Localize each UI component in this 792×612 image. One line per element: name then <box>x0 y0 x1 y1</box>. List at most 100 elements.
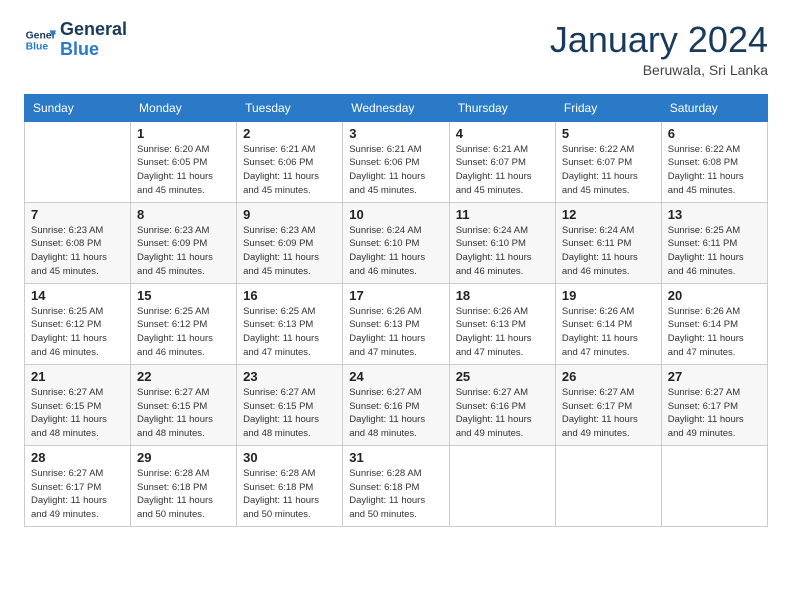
day-number: 18 <box>456 288 549 303</box>
day-info: Sunrise: 6:26 AM Sunset: 6:13 PM Dayligh… <box>456 305 549 360</box>
day-info: Sunrise: 6:22 AM Sunset: 6:07 PM Dayligh… <box>562 143 655 198</box>
calendar-day-cell: 12 Sunrise: 6:24 AM Sunset: 6:11 PM Dayli… <box>555 202 661 283</box>
calendar-day-cell: 26 Sunrise: 6:27 AM Sunset: 6:17 PM Dayli… <box>555 364 661 445</box>
day-info: Sunrise: 6:25 AM Sunset: 6:11 PM Dayligh… <box>668 224 761 279</box>
day-info: Sunrise: 6:24 AM Sunset: 6:10 PM Dayligh… <box>349 224 442 279</box>
calendar-week-row: 7 Sunrise: 6:23 AM Sunset: 6:08 PM Daylig… <box>25 202 768 283</box>
day-number: 9 <box>243 207 336 222</box>
day-info: Sunrise: 6:25 AM Sunset: 6:12 PM Dayligh… <box>31 305 124 360</box>
calendar-day-cell: 23 Sunrise: 6:27 AM Sunset: 6:15 PM Dayli… <box>237 364 343 445</box>
day-info: Sunrise: 6:23 AM Sunset: 6:09 PM Dayligh… <box>243 224 336 279</box>
calendar-day-cell: 22Sunrise: 6:27 AM Sunset: 6:15 PM Dayli… <box>131 364 237 445</box>
calendar-day-cell: 21 Sunrise: 6:27 AM Sunset: 6:15 PM Dayli… <box>25 364 131 445</box>
calendar-day-cell <box>449 445 555 526</box>
day-info: Sunrise: 6:27 AM Sunset: 6:15 PM Dayligh… <box>137 386 230 441</box>
subtitle: Beruwala, Sri Lanka <box>550 62 768 78</box>
calendar-day-cell: 1 Sunrise: 6:20 AM Sunset: 6:05 PM Daylig… <box>131 121 237 202</box>
calendar-day-cell: 6Sunrise: 6:22 AM Sunset: 6:08 PM Daylig… <box>661 121 767 202</box>
calendar-week-row: 28 Sunrise: 6:27 AM Sunset: 6:17 PM Dayli… <box>25 445 768 526</box>
day-number: 11 <box>456 207 549 222</box>
day-info: Sunrise: 6:24 AM Sunset: 6:11 PM Dayligh… <box>562 224 655 279</box>
day-info: Sunrise: 6:25 AM Sunset: 6:13 PM Dayligh… <box>243 305 336 360</box>
calendar-day-cell: 9 Sunrise: 6:23 AM Sunset: 6:09 PM Daylig… <box>237 202 343 283</box>
calendar-day-cell: 19 Sunrise: 6:26 AM Sunset: 6:14 PM Dayli… <box>555 283 661 364</box>
day-info: Sunrise: 6:26 AM Sunset: 6:14 PM Dayligh… <box>562 305 655 360</box>
calendar-day-cell: 18 Sunrise: 6:26 AM Sunset: 6:13 PM Dayli… <box>449 283 555 364</box>
calendar-day-cell: 25 Sunrise: 6:27 AM Sunset: 6:16 PM Dayli… <box>449 364 555 445</box>
day-number: 16 <box>243 288 336 303</box>
svg-text:Blue: Blue <box>26 41 49 52</box>
calendar-day-cell: 13 Sunrise: 6:25 AM Sunset: 6:11 PM Dayli… <box>661 202 767 283</box>
calendar-day-header: Tuesday <box>237 94 343 121</box>
calendar-day-cell: 27Sunrise: 6:27 AM Sunset: 6:17 PM Dayli… <box>661 364 767 445</box>
day-number: 29 <box>137 450 230 465</box>
day-info: Sunrise: 6:23 AM Sunset: 6:09 PM Dayligh… <box>137 224 230 279</box>
calendar-day-cell: 10 Sunrise: 6:24 AM Sunset: 6:10 PM Dayli… <box>343 202 449 283</box>
day-info: Sunrise: 6:27 AM Sunset: 6:16 PM Dayligh… <box>456 386 549 441</box>
calendar-day-cell: 4 Sunrise: 6:21 AM Sunset: 6:07 PM Daylig… <box>449 121 555 202</box>
page: General Blue General Blue January 2024 B… <box>0 0 792 547</box>
calendar-day-cell: 24Sunrise: 6:27 AM Sunset: 6:16 PM Dayli… <box>343 364 449 445</box>
calendar-day-cell: 28 Sunrise: 6:27 AM Sunset: 6:17 PM Dayli… <box>25 445 131 526</box>
day-number: 26 <box>562 369 655 384</box>
day-number: 21 <box>31 369 124 384</box>
day-number: 3 <box>349 126 442 141</box>
calendar-day-header: Thursday <box>449 94 555 121</box>
calendar-day-cell: 2Sunrise: 6:21 AM Sunset: 6:06 PM Daylig… <box>237 121 343 202</box>
day-info: Sunrise: 6:27 AM Sunset: 6:16 PM Dayligh… <box>349 386 442 441</box>
day-number: 28 <box>31 450 124 465</box>
day-number: 4 <box>456 126 549 141</box>
day-number: 13 <box>668 207 761 222</box>
calendar-day-cell: 3Sunrise: 6:21 AM Sunset: 6:06 PM Daylig… <box>343 121 449 202</box>
day-number: 7 <box>31 207 124 222</box>
calendar-day-cell <box>661 445 767 526</box>
calendar-day-cell <box>25 121 131 202</box>
day-info: Sunrise: 6:28 AM Sunset: 6:18 PM Dayligh… <box>137 467 230 522</box>
day-number: 14 <box>31 288 124 303</box>
day-number: 6 <box>668 126 761 141</box>
day-info: Sunrise: 6:21 AM Sunset: 6:07 PM Dayligh… <box>456 143 549 198</box>
logo-general: General <box>60 20 127 40</box>
day-info: Sunrise: 6:27 AM Sunset: 6:15 PM Dayligh… <box>243 386 336 441</box>
calendar-day-header: Monday <box>131 94 237 121</box>
logo: General Blue General Blue <box>24 20 127 60</box>
day-info: Sunrise: 6:26 AM Sunset: 6:14 PM Dayligh… <box>668 305 761 360</box>
day-number: 1 <box>137 126 230 141</box>
calendar-day-cell: 11 Sunrise: 6:24 AM Sunset: 6:10 PM Dayli… <box>449 202 555 283</box>
calendar-day-header: Wednesday <box>343 94 449 121</box>
calendar-week-row: 21 Sunrise: 6:27 AM Sunset: 6:15 PM Dayli… <box>25 364 768 445</box>
day-info: Sunrise: 6:25 AM Sunset: 6:12 PM Dayligh… <box>137 305 230 360</box>
day-number: 25 <box>456 369 549 384</box>
title-block: January 2024 Beruwala, Sri Lanka <box>550 20 768 78</box>
day-info: Sunrise: 6:23 AM Sunset: 6:08 PM Dayligh… <box>31 224 124 279</box>
day-number: 17 <box>349 288 442 303</box>
day-number: 12 <box>562 207 655 222</box>
calendar-day-cell: 16 Sunrise: 6:25 AM Sunset: 6:13 PM Dayli… <box>237 283 343 364</box>
calendar-day-cell: 15Sunrise: 6:25 AM Sunset: 6:12 PM Dayli… <box>131 283 237 364</box>
calendar-day-header: Saturday <box>661 94 767 121</box>
day-number: 23 <box>243 369 336 384</box>
calendar-day-cell: 5Sunrise: 6:22 AM Sunset: 6:07 PM Daylig… <box>555 121 661 202</box>
calendar-day-cell: 17 Sunrise: 6:26 AM Sunset: 6:13 PM Dayli… <box>343 283 449 364</box>
day-number: 19 <box>562 288 655 303</box>
day-info: Sunrise: 6:28 AM Sunset: 6:18 PM Dayligh… <box>349 467 442 522</box>
calendar-day-cell: 8 Sunrise: 6:23 AM Sunset: 6:09 PM Daylig… <box>131 202 237 283</box>
day-info: Sunrise: 6:20 AM Sunset: 6:05 PM Dayligh… <box>137 143 230 198</box>
calendar-day-cell: 20Sunrise: 6:26 AM Sunset: 6:14 PM Dayli… <box>661 283 767 364</box>
day-number: 8 <box>137 207 230 222</box>
calendar-day-cell: 30Sunrise: 6:28 AM Sunset: 6:18 PM Dayli… <box>237 445 343 526</box>
day-info: Sunrise: 6:27 AM Sunset: 6:17 PM Dayligh… <box>668 386 761 441</box>
header: General Blue General Blue January 2024 B… <box>24 20 768 78</box>
day-info: Sunrise: 6:26 AM Sunset: 6:13 PM Dayligh… <box>349 305 442 360</box>
day-info: Sunrise: 6:24 AM Sunset: 6:10 PM Dayligh… <box>456 224 549 279</box>
day-info: Sunrise: 6:27 AM Sunset: 6:17 PM Dayligh… <box>562 386 655 441</box>
calendar-day-cell: 29 Sunrise: 6:28 AM Sunset: 6:18 PM Dayli… <box>131 445 237 526</box>
day-info: Sunrise: 6:27 AM Sunset: 6:17 PM Dayligh… <box>31 467 124 522</box>
calendar-week-row: 14 Sunrise: 6:25 AM Sunset: 6:12 PM Dayli… <box>25 283 768 364</box>
calendar-day-cell <box>555 445 661 526</box>
day-number: 10 <box>349 207 442 222</box>
calendar-day-cell: 31Sunrise: 6:28 AM Sunset: 6:18 PM Dayli… <box>343 445 449 526</box>
day-info: Sunrise: 6:27 AM Sunset: 6:15 PM Dayligh… <box>31 386 124 441</box>
logo-blue: Blue <box>60 40 127 60</box>
calendar-day-header: Friday <box>555 94 661 121</box>
